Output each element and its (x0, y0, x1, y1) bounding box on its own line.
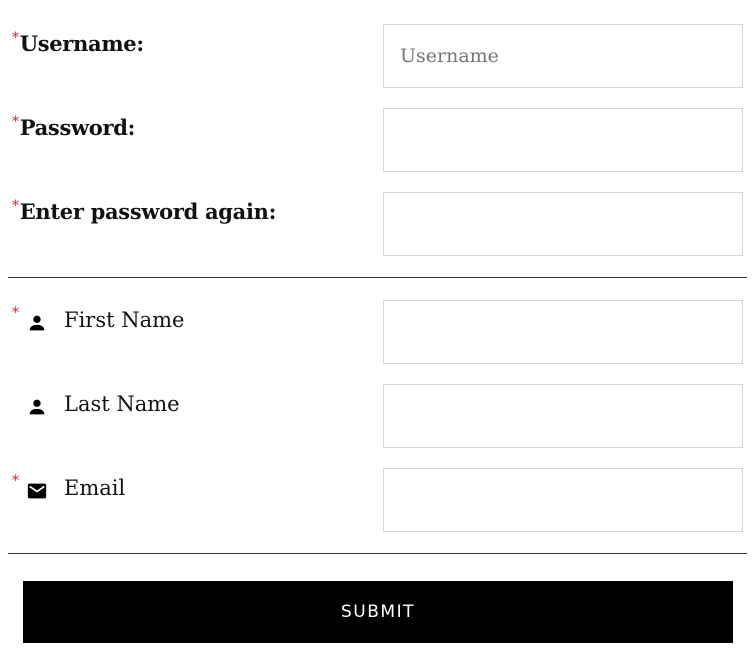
required-marker: * (12, 30, 19, 46)
first-name-field-box (383, 300, 743, 364)
person-icon (29, 399, 45, 415)
username-field-box (383, 24, 743, 88)
password-field-box (383, 108, 743, 172)
password-input[interactable] (384, 109, 742, 171)
email-field-box (383, 468, 743, 532)
username-row: *Username: (0, 24, 752, 88)
password-label: *Password: (12, 114, 136, 140)
email-label: Email (64, 476, 126, 500)
last-name-input[interactable] (384, 385, 742, 447)
submit-button[interactable]: SUBMIT (23, 581, 733, 643)
email-input[interactable] (384, 469, 742, 531)
mail-icon (27, 483, 47, 499)
password-again-label: *Enter password again: (12, 198, 277, 224)
password-again-row: *Enter password again: (0, 192, 752, 256)
required-marker: * (12, 473, 19, 489)
email-row: * Email (0, 468, 752, 532)
last-name-label: Last Name (64, 392, 180, 416)
last-name-field-box (383, 384, 743, 448)
password-again-field-box (383, 192, 743, 256)
section-divider (8, 277, 747, 278)
password-row: *Password: (0, 108, 752, 172)
username-input[interactable] (384, 25, 742, 87)
required-marker: * (12, 114, 19, 130)
required-marker: * (12, 305, 19, 321)
required-marker: * (12, 198, 19, 214)
username-label: *Username: (12, 30, 144, 56)
first-name-label: First Name (64, 308, 185, 332)
first-name-input[interactable] (384, 301, 742, 363)
section-divider (8, 553, 747, 554)
last-name-row: Last Name (0, 384, 752, 448)
person-icon (29, 315, 45, 331)
password-again-input[interactable] (384, 193, 742, 255)
first-name-row: * First Name (0, 300, 752, 364)
